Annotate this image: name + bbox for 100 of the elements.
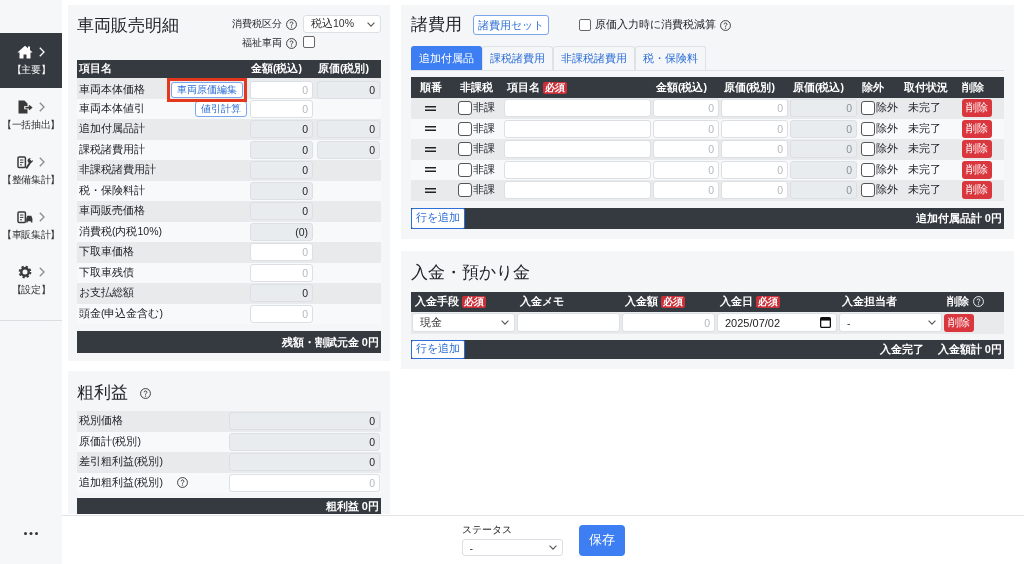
checkbox[interactable] [860, 101, 875, 116]
tab[interactable]: 追加付属品 [411, 46, 482, 70]
delete-button[interactable]: 削除 [962, 140, 992, 159]
drag-handle-icon[interactable] [425, 146, 436, 152]
column-header: 金額(税込) [250, 62, 303, 76]
cost-field[interactable]: 0 [317, 120, 380, 139]
checkbox[interactable] [458, 142, 472, 157]
row-label: 追加粗利益(税別) [79, 475, 163, 490]
drag-handle-icon[interactable] [425, 187, 436, 193]
cost-field[interactable]: 0 [721, 160, 788, 179]
item-name-field[interactable] [504, 181, 651, 200]
help-icon [286, 37, 297, 49]
checkbox[interactable] [579, 19, 591, 31]
drag-handle-icon[interactable] [425, 126, 436, 132]
payment-method-select[interactable]: 現金 [412, 313, 515, 332]
cost-field[interactable]: 0 [721, 140, 788, 159]
checkbox[interactable] [860, 183, 875, 198]
more-icon[interactable] [24, 532, 38, 535]
item-name-field[interactable] [504, 99, 651, 118]
amount-field[interactable]: 0 [250, 202, 313, 221]
total-bar: 残額・割賦元金 0円 [77, 331, 381, 353]
cost-field[interactable]: 0 [721, 119, 788, 138]
date-field[interactable]: 2025/07/02 [717, 313, 837, 332]
sidebar-item[interactable]: 【主要】 [0, 33, 62, 88]
amount-field[interactable]: 0 [653, 160, 719, 179]
amount-field[interactable]: 0 [250, 284, 313, 303]
checkbox[interactable] [860, 162, 875, 177]
value-field[interactable]: 0 [229, 453, 380, 472]
panel-title: 諸費用 [411, 14, 462, 36]
tab[interactable]: 非課税諸費用 [553, 46, 635, 70]
delete-button[interactable]: 削除 [962, 181, 992, 200]
amount-field[interactable]: 0 [653, 99, 719, 118]
save-button[interactable]: 保存 [578, 524, 625, 556]
amount-field[interactable]: (0) [250, 222, 313, 241]
document-wrench-icon [17, 155, 33, 169]
checkbox[interactable] [860, 142, 875, 157]
total-text: 追加付属品計 0円 [915, 210, 1002, 226]
tax-type-select[interactable]: 税込10% [303, 15, 381, 33]
item-name-field[interactable] [504, 119, 651, 138]
expense-set-button[interactable]: 諸費用セット [473, 15, 549, 35]
staff-select[interactable]: - [839, 313, 942, 332]
add-row-button[interactable]: 行を追加 [411, 207, 465, 229]
cost-field[interactable]: 0 [721, 99, 788, 118]
amount-field[interactable]: 0 [250, 161, 313, 180]
checkbox[interactable] [303, 36, 315, 48]
row-label: 追加付属品計 [79, 122, 145, 137]
checkbox[interactable] [458, 183, 472, 198]
cost-field[interactable]: 0 [317, 81, 380, 99]
column-header: 入金手段 [415, 294, 459, 309]
tab[interactable]: 課税諸費用 [482, 46, 553, 70]
amount-field[interactable]: 0 [250, 120, 313, 139]
field-label: 消費税区分 [232, 17, 282, 31]
sidebar-item[interactable]: 【車販集計】 [0, 198, 62, 253]
sidebar-item[interactable]: 【設定】 [0, 253, 62, 308]
amount-field[interactable]: 0 [250, 243, 313, 262]
home-icon [17, 45, 33, 59]
column-header: 順番 [419, 80, 442, 95]
amount-field[interactable]: 0 [250, 81, 313, 99]
row-label: 税別価格 [79, 414, 123, 429]
amount-field[interactable]: 0 [653, 140, 719, 159]
delete-button[interactable]: 削除 [962, 119, 992, 138]
status-text: 未完了 [908, 183, 941, 196]
amount-field[interactable]: 0 [653, 181, 719, 200]
action-button[interactable]: 車両原価編集 [171, 82, 243, 98]
memo-field[interactable] [517, 313, 620, 332]
row-label: 課税諸費用計 [79, 142, 145, 157]
checkbox-label: 原価入力時に消費税減算 [595, 18, 716, 32]
sidebar-item[interactable]: 【整備集計】 [0, 143, 62, 198]
drag-handle-icon[interactable] [425, 105, 436, 111]
item-name-field[interactable] [504, 140, 651, 159]
value-field[interactable]: 0 [229, 412, 380, 431]
row-label: 下取車残債 [79, 265, 134, 280]
amount-field[interactable]: 0 [250, 181, 313, 200]
cost-field[interactable]: 0 [317, 140, 380, 159]
item-name-field[interactable] [504, 160, 651, 179]
sidebar-item[interactable]: 【一括抽出】 [0, 88, 62, 143]
status-select[interactable]: - [461, 539, 563, 556]
checkbox[interactable] [458, 101, 472, 116]
delete-button[interactable]: 削除 [944, 313, 974, 332]
amount-field[interactable]: 0 [250, 140, 313, 159]
tab[interactable]: 税・保険料 [635, 46, 706, 70]
calendar-icon[interactable] [820, 317, 831, 328]
value-field[interactable]: 0 [229, 432, 380, 451]
value-field[interactable]: 0 [229, 473, 380, 492]
amount-field[interactable]: 0 [250, 304, 313, 323]
delete-button[interactable]: 削除 [962, 160, 992, 179]
column-header: 削除 [962, 80, 984, 95]
delete-button[interactable]: 削除 [962, 99, 992, 118]
cost-field[interactable]: 0 [721, 181, 788, 200]
amount-field[interactable]: 0 [250, 99, 313, 118]
checkbox[interactable] [860, 121, 875, 136]
drag-handle-icon[interactable] [425, 167, 436, 173]
add-row-button[interactable]: 行を追加 [411, 339, 465, 359]
panel-title: 粗利益 [77, 382, 128, 404]
checkbox[interactable] [458, 162, 472, 177]
amount-field[interactable]: 0 [622, 313, 715, 332]
help-icon [140, 387, 151, 399]
amount-field[interactable]: 0 [250, 263, 313, 282]
checkbox[interactable] [458, 121, 472, 136]
amount-field[interactable]: 0 [653, 119, 719, 138]
